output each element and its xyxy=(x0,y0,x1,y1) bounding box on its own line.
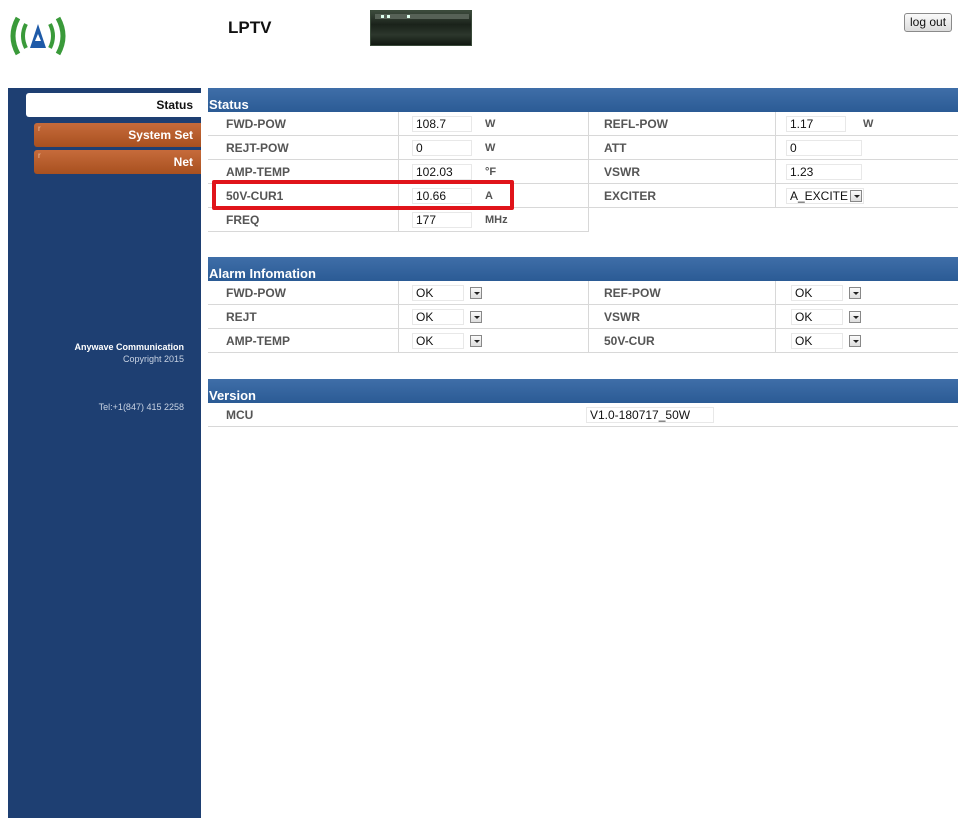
tab-marker-icon: r xyxy=(38,151,41,160)
mcu-label: MCU xyxy=(226,408,254,422)
company-name: Anywave Communication xyxy=(74,342,184,352)
copyright: Copyright 2015 xyxy=(122,354,184,364)
status-section-header: Status xyxy=(208,88,958,112)
refl-pow-unit: W xyxy=(863,118,874,130)
alarm-50v-cur-label: 50V-CUR xyxy=(604,334,655,348)
alarm-value: OK xyxy=(416,310,434,324)
alarm-value: OK xyxy=(795,334,813,348)
alarm-value: OK xyxy=(416,334,434,348)
app-title: LPTV xyxy=(228,18,272,37)
att-label: ATT xyxy=(604,141,627,155)
fwd-pow-unit: W xyxy=(485,118,496,130)
rejt-pow-label: REJT-POW xyxy=(226,141,289,155)
freq-label: FREQ xyxy=(226,213,260,227)
sidebar-item-net[interactable]: r Net xyxy=(34,150,201,174)
rejt-pow-unit: W xyxy=(485,142,496,154)
chevron-down-icon[interactable] xyxy=(470,287,482,299)
att-value: 0 xyxy=(786,140,862,156)
sidebar-item-system-set[interactable]: r System Set xyxy=(34,123,201,147)
fwd-pow-value: 108.7 xyxy=(412,116,472,132)
status-row: FWD-POW 108.7 W REFL-POW 1.17 W xyxy=(208,112,958,136)
mcu-version-value: V1.0-180717_50W xyxy=(586,407,714,423)
exciter-selected-value: A_EXCITE xyxy=(790,189,849,203)
sidebar: Status r System Set r Net Anywave Commun… xyxy=(8,88,201,818)
alarm-rejt-select[interactable]: OK xyxy=(412,309,464,325)
alarm-value: OK xyxy=(795,310,813,324)
exciter-label: EXCITER xyxy=(604,189,657,203)
alarm-value: OK xyxy=(416,286,434,300)
cur1-value: 10.66 xyxy=(412,188,472,204)
cur1-unit: A xyxy=(485,190,493,202)
cur1-label: 50V-CUR1 xyxy=(226,189,284,203)
alarm-row: FWD-POW OK REF-POW OK xyxy=(208,281,958,305)
sidebar-item-label: Net xyxy=(173,155,193,169)
status-row: AMP-TEMP 102.03 °F VSWR 1.23 xyxy=(208,160,958,184)
version-section-header: Version xyxy=(208,379,958,403)
alarm-row: REJT OK VSWR OK xyxy=(208,305,958,329)
vswr-value: 1.23 xyxy=(786,164,862,180)
chevron-down-icon[interactable] xyxy=(849,335,861,347)
refl-pow-label: REFL-POW xyxy=(604,117,668,131)
logout-button[interactable]: log out xyxy=(904,13,953,32)
chevron-down-icon[interactable] xyxy=(849,311,861,323)
alarm-fwd-pow-label: FWD-POW xyxy=(226,286,286,300)
alarm-50v-cur-select[interactable]: OK xyxy=(791,333,843,349)
alarm-amp-temp-select[interactable]: OK xyxy=(412,333,464,349)
sidebar-item-status[interactable]: Status xyxy=(26,93,201,117)
vswr-label: VSWR xyxy=(604,165,640,179)
amp-temp-label: AMP-TEMP xyxy=(226,165,290,179)
alarm-section-header: Alarm Infomation xyxy=(208,257,958,281)
status-row: REJT-POW 0 W ATT 0 xyxy=(208,136,958,160)
tab-marker-icon: r xyxy=(38,124,41,133)
version-row: MCU V1.0-180717_50W xyxy=(208,403,958,427)
telephone: Tel:+1(847) 415 2258 xyxy=(98,402,184,412)
chevron-down-icon[interactable] xyxy=(470,335,482,347)
exciter-dropdown-arrow-icon[interactable] xyxy=(850,190,862,202)
freq-unit: MHz xyxy=(485,214,508,226)
anywave-logo xyxy=(10,16,66,56)
amp-temp-unit: °F xyxy=(485,166,497,178)
alarm-value: OK xyxy=(795,286,813,300)
refl-pow-value: 1.17 xyxy=(786,116,846,132)
sidebar-item-label: System Set xyxy=(128,128,193,142)
chevron-down-icon[interactable] xyxy=(470,311,482,323)
rejt-pow-value: 0 xyxy=(412,140,472,156)
alarm-ref-pow-label: REF-POW xyxy=(604,286,661,300)
alarm-vswr-label: VSWR xyxy=(604,310,640,324)
status-row: 50V-CUR1 10.66 A EXCITER A_EXCITE xyxy=(208,184,958,208)
alarm-rejt-label: REJT xyxy=(226,310,257,324)
alarm-ref-pow-select[interactable]: OK xyxy=(791,285,843,301)
amp-temp-value: 102.03 xyxy=(412,164,472,180)
status-row: FREQ 177 MHz xyxy=(208,208,588,232)
device-image xyxy=(370,10,472,46)
alarm-vswr-select[interactable]: OK xyxy=(791,309,843,325)
fwd-pow-label: FWD-POW xyxy=(226,117,286,131)
alarm-fwd-pow-select[interactable]: OK xyxy=(412,285,464,301)
alarm-row: AMP-TEMP OK 50V-CUR OK xyxy=(208,329,958,353)
chevron-down-icon[interactable] xyxy=(849,287,861,299)
freq-value: 177 xyxy=(412,212,472,228)
alarm-amp-temp-label: AMP-TEMP xyxy=(226,334,290,348)
